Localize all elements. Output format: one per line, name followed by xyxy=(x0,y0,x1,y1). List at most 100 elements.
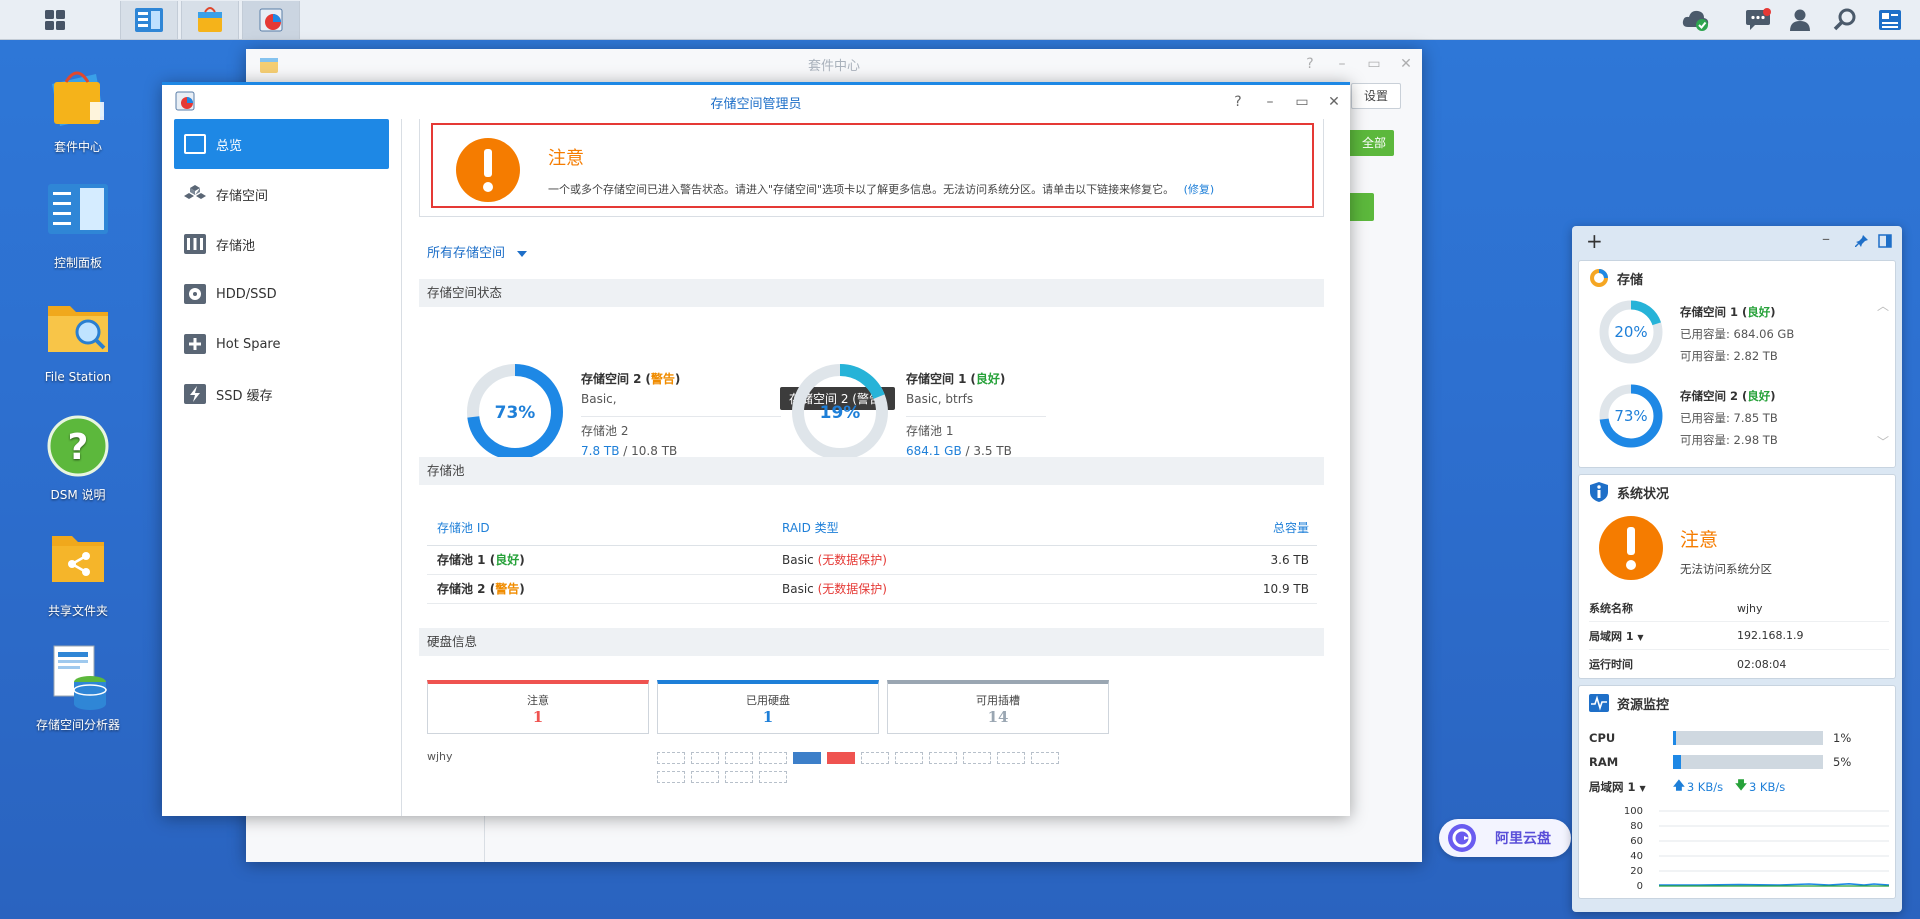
lan-selector[interactable]: 局域网 1 ▼ xyxy=(1589,628,1737,644)
disk-slot[interactable] xyxy=(657,771,685,783)
nav-overview[interactable]: 总览 xyxy=(174,119,389,169)
taskbar xyxy=(0,0,1920,40)
close-button[interactable]: ✕ xyxy=(1390,56,1422,72)
network-chart xyxy=(1659,810,1889,887)
disk-card-label: 注意 xyxy=(527,694,549,707)
volume-1-name[interactable]: 存储空间 1 xyxy=(906,372,967,386)
widgets-button[interactable] xyxy=(1870,0,1910,40)
desktop-icon-file-station[interactable]: File Station xyxy=(18,298,138,384)
control-panel-icon xyxy=(48,184,108,234)
col-pool-id[interactable]: 存储池 ID xyxy=(427,511,782,545)
chevron-up-icon[interactable]: ︿ xyxy=(1877,297,1889,314)
nav-volume[interactable]: 存储空间 xyxy=(174,169,389,219)
collapse-widget-button[interactable]: – xyxy=(1822,229,1830,248)
cloud-sync-button[interactable] xyxy=(1676,0,1716,40)
col-raid-type[interactable]: RAID 类型 xyxy=(782,511,1135,545)
used-value: 684.06 GB xyxy=(1733,327,1795,341)
desktop-icon-shared-folder[interactable]: 共享文件夹 xyxy=(18,530,138,619)
volume-filter-dropdown[interactable]: 所有存储空间 xyxy=(427,242,528,261)
nav-ssd-cache[interactable]: SSD 缓存 xyxy=(174,369,389,419)
lan-selector[interactable]: 局域网 1 ▼ xyxy=(1589,779,1673,795)
minimize-button[interactable]: – xyxy=(1254,94,1286,110)
volume-status-header: 存储空间状态 xyxy=(419,279,1324,307)
user-button[interactable] xyxy=(1780,0,1820,40)
y-tick-label: 40 xyxy=(1630,851,1643,862)
volume-2-name[interactable]: 存储空间 2 xyxy=(581,372,642,386)
nav-hdd-ssd[interactable]: HDD/SSD xyxy=(174,269,389,319)
y-tick-label: 0 xyxy=(1636,881,1643,892)
help-button[interactable]: ? xyxy=(1294,56,1326,72)
storage-donut-icon xyxy=(1590,269,1608,287)
ssd-cache-icon xyxy=(184,384,206,404)
widget-volume-2-percent: 73% xyxy=(1614,407,1647,425)
widget-volume-name[interactable]: 存储空间 2 xyxy=(1680,389,1738,403)
disk-card-label: 可用插槽 xyxy=(976,694,1020,707)
aliyun-drive-button[interactable]: 阿里云盘 xyxy=(1439,819,1571,857)
disk-slot[interactable] xyxy=(929,752,957,764)
nav-storage-pool[interactable]: 存储池 xyxy=(174,219,389,269)
table-row[interactable]: 存储池 2 (警告) Basic (无数据保护) 10.9 TB xyxy=(427,574,1317,603)
pin-icon[interactable] xyxy=(1855,234,1869,248)
help-button[interactable]: ? xyxy=(1222,94,1254,110)
hot-spare-icon xyxy=(184,334,206,354)
maximize-button[interactable]: ▭ xyxy=(1358,56,1390,72)
disk-slot[interactable] xyxy=(725,771,753,783)
desktop-icon-storage-analyzer[interactable]: 存储空间分析器 xyxy=(18,644,138,733)
col-capacity[interactable]: 总容量 xyxy=(1135,511,1317,545)
disk-card-slots[interactable]: 可用插槽 14 xyxy=(887,680,1109,734)
chevron-down-icon[interactable]: ﹀ xyxy=(1877,433,1889,450)
disk-slot[interactable] xyxy=(861,752,889,764)
nav-hot-spare[interactable]: Hot Spare xyxy=(174,319,389,369)
widget-title: 存储 xyxy=(1617,272,1644,288)
desktop-icon-package-center[interactable]: 套件中心 xyxy=(18,66,138,155)
disk-slot[interactable] xyxy=(759,771,787,783)
disk-slot[interactable] xyxy=(657,752,685,764)
package-settings-button[interactable]: 设置 xyxy=(1351,83,1401,109)
search-button[interactable] xyxy=(1825,0,1865,40)
disk-slot[interactable] xyxy=(691,752,719,764)
desktop-icon-dsm-help[interactable]: ? DSM 说明 xyxy=(18,414,138,503)
panel-toggle-icon[interactable] xyxy=(1878,234,1892,248)
desktop-icon-label: File Station xyxy=(44,370,112,384)
disk-slot[interactable] xyxy=(997,752,1025,764)
system-row: 系统名称 wjhy xyxy=(1589,595,1889,622)
disk-slot[interactable] xyxy=(895,752,923,764)
minimize-button[interactable]: – xyxy=(1326,56,1358,72)
taskbar-storage-manager[interactable] xyxy=(242,1,300,39)
disk-slot[interactable] xyxy=(963,752,991,764)
upload-rate: 3 KB/s xyxy=(1686,780,1724,794)
storage-manager-titlebar: 存储空间管理员 ? – ▭ ✕ xyxy=(162,85,1350,119)
taskbar-control-panel[interactable] xyxy=(120,1,178,39)
close-button[interactable]: ✕ xyxy=(1318,94,1350,110)
package-all-button[interactable]: 全部 xyxy=(1344,130,1394,156)
disk-card-used[interactable]: 已用硬盘 1 xyxy=(657,680,879,734)
table-row[interactable]: 存储池 1 (良好) Basic (无数据保护) 3.6 TB xyxy=(427,545,1317,574)
widget-panel: + – 存储 ︿ ﹀ 20% 存储空间 1 (良好) 已用容量: 684.06 … xyxy=(1572,226,1902,912)
disk-slot[interactable] xyxy=(1031,752,1059,764)
y-tick-label: 80 xyxy=(1630,821,1643,832)
storage-manager-icon xyxy=(259,8,283,32)
disk-slot[interactable] xyxy=(793,752,821,764)
taskbar-package-center[interactable] xyxy=(181,1,239,39)
desktop-icon-control-panel[interactable]: 控制面板 xyxy=(18,182,138,271)
pool-capacity: 3.6 TB xyxy=(1270,552,1309,567)
section-title: 存储空间状态 xyxy=(427,285,503,300)
table-header-row: 存储池 ID RAID 类型 总容量 xyxy=(427,511,1317,545)
disk-slot[interactable] xyxy=(725,752,753,764)
widget-volume-name[interactable]: 存储空间 1 xyxy=(1680,305,1738,319)
disk-card-label: 已用硬盘 xyxy=(746,694,790,707)
disk-slot[interactable] xyxy=(759,752,787,764)
main-menu-button[interactable] xyxy=(0,0,110,40)
system-message: 无法访问系统分区 xyxy=(1680,562,1772,576)
notifications-button[interactable] xyxy=(1738,0,1778,40)
add-widget-button[interactable]: + xyxy=(1586,229,1603,253)
repair-link[interactable]: (修复) xyxy=(1184,183,1215,196)
disk-slot[interactable] xyxy=(691,771,719,783)
pool-id: 存储池 2 xyxy=(437,582,486,596)
volume-2-pool: 存储池 2 xyxy=(581,424,629,438)
disk-card-attention[interactable]: 注意 1 xyxy=(427,680,649,734)
maximize-button[interactable]: ▭ xyxy=(1286,94,1318,110)
volume-1-type: Basic, btrfs xyxy=(906,392,974,406)
disk-slot[interactable] xyxy=(827,752,855,764)
disk-card-value: 1 xyxy=(762,708,774,726)
